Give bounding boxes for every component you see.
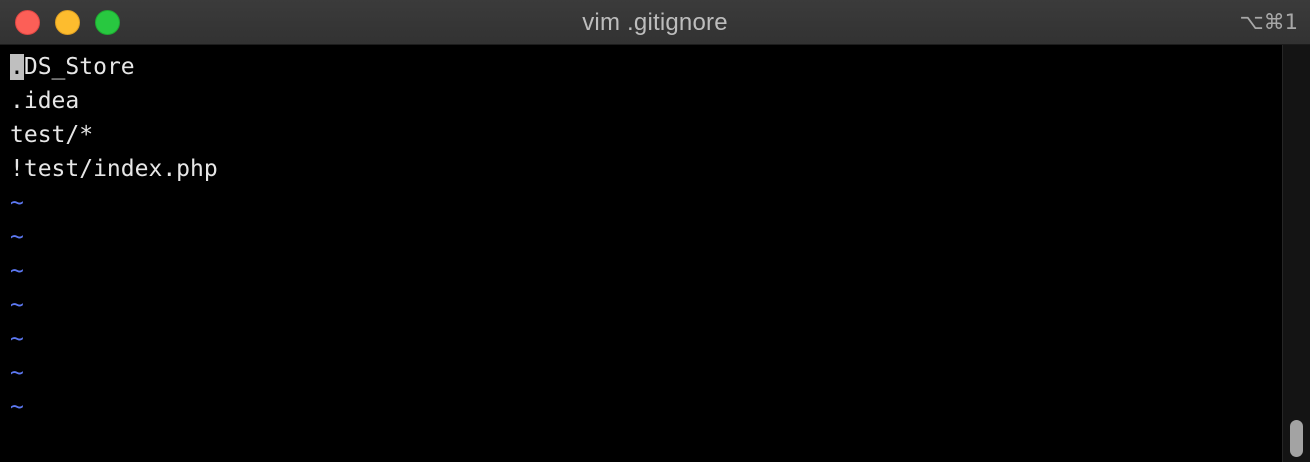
- vertical-scrollbar[interactable]: [1282, 45, 1310, 462]
- empty-line-tilde: ~: [10, 394, 24, 420]
- empty-line-tilde: ~: [10, 258, 24, 284]
- buffer-line-text: DS_Store: [23, 54, 135, 80]
- empty-line-tilde: ~: [10, 224, 24, 250]
- title-bar[interactable]: vim .gitignore ⌥⌘1: [0, 0, 1310, 45]
- text-cursor: .: [10, 54, 24, 80]
- buffer-line: !test/index.php: [10, 156, 218, 182]
- empty-line-tilde: ~: [10, 360, 24, 386]
- terminal-content[interactable]: .DS_Store .idea test/* !test/index.php ~…: [0, 45, 1282, 462]
- window-shortcut: ⌥⌘1: [1239, 10, 1298, 34]
- empty-line-tilde: ~: [10, 292, 24, 318]
- buffer-line: .DS_Store: [10, 50, 135, 84]
- window-title: vim .gitignore: [582, 9, 728, 36]
- scrollbar-thumb[interactable]: [1290, 420, 1303, 457]
- buffer-line: .idea: [10, 88, 80, 114]
- empty-line-tilde: ~: [10, 190, 24, 216]
- buffer-line: test/*: [10, 122, 94, 148]
- terminal-window: vim .gitignore ⌥⌘1 .DS_Store .idea test/…: [0, 0, 1310, 462]
- empty-line-tilde: ~: [10, 326, 24, 352]
